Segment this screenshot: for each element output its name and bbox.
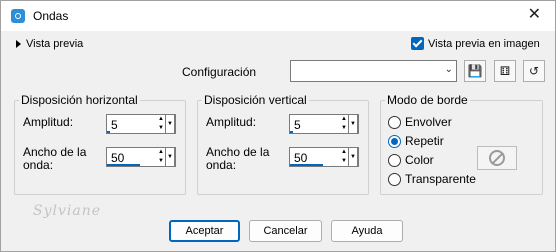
edge-mode-option-color[interactable]: Color — [388, 153, 434, 167]
horizontal-amplitude-bar — [107, 131, 110, 133]
reset-icon: ↺ — [528, 64, 540, 78]
edge-mode-option-wrap[interactable]: Envolver — [388, 115, 452, 129]
config-label: Configuración — [182, 65, 257, 79]
vertical-wavelength-value: 50 — [294, 151, 308, 165]
config-dropdown[interactable]: ⌄ — [290, 60, 457, 82]
spinner-dropdown-icon[interactable]: ▼ — [348, 114, 358, 134]
chevron-down-icon: ⌄ — [444, 64, 453, 75]
expand-arrow-icon — [16, 40, 21, 48]
reset-button[interactable]: ↺ — [523, 60, 545, 82]
cancel-button[interactable]: Cancelar — [249, 220, 322, 242]
edge-mode-option-label: Transparente — [405, 172, 476, 186]
spinner-dropdown-icon[interactable]: ▼ — [165, 147, 175, 167]
horizontal-group-title: Disposición horizontal — [19, 93, 140, 107]
vertical-wavelength-label-2: onda: — [206, 158, 237, 172]
preview-on-image-label: Vista previa en imagen — [428, 37, 540, 50]
radio-icon — [388, 153, 401, 167]
edge-mode-option-label: Envolver — [405, 115, 452, 129]
horizontal-wavelength-value: 50 — [111, 151, 125, 165]
preview-on-image-checkbox[interactable]: Vista previa en imagen — [411, 37, 540, 50]
dice-icon: ⚅ — [499, 64, 511, 78]
vertical-amplitude-spinner[interactable]: 5 ▲ ▼ ▼ — [289, 114, 359, 134]
radio-icon — [388, 172, 401, 186]
vertical-wavelength-spinner[interactable]: 50 ▲ ▼ ▼ — [289, 147, 359, 167]
radio-icon — [388, 115, 401, 129]
checkbox-checked-icon — [411, 37, 424, 50]
spinner-dropdown-icon[interactable]: ▼ — [348, 147, 358, 167]
preview-expander-label: Vista previa — [26, 38, 84, 50]
horizontal-amplitude-value: 5 — [111, 118, 118, 132]
spin-arrows-icon[interactable]: ▲ ▼ — [157, 116, 165, 132]
horizontal-wavelength-label-2: onda: — [23, 158, 54, 172]
close-icon[interactable]: ✕ — [528, 7, 541, 23]
dialog-window: Ondas ✕ Vista previa Vista previa en ima… — [0, 0, 556, 252]
edge-mode-option-transparent[interactable]: Transparente — [388, 172, 476, 186]
spinner-dropdown-icon[interactable]: ▼ — [165, 114, 175, 134]
help-button[interactable]: Ayuda — [331, 220, 403, 242]
edge-mode-group-title: Modo de borde — [385, 93, 470, 107]
title-bar: Ondas ✕ — [1, 1, 555, 31]
disabled-icon — [489, 150, 505, 166]
horizontal-amplitude-label: Amplitud: — [23, 115, 74, 129]
edge-color-swatch[interactable] — [477, 146, 517, 170]
vertical-amplitude-value: 5 — [294, 118, 301, 132]
spin-arrows-icon[interactable]: ▲ ▼ — [340, 149, 348, 165]
vertical-group-title: Disposición vertical — [202, 93, 309, 107]
app-icon — [11, 9, 25, 23]
vertical-wavelength-bar — [290, 164, 323, 166]
spin-arrows-icon[interactable]: ▲ ▼ — [340, 116, 348, 132]
window-title: Ondas — [33, 9, 69, 23]
horizontal-wavelength-spinner[interactable]: 50 ▲ ▼ ▼ — [106, 147, 176, 167]
save-icon: 💾 — [467, 64, 483, 78]
watermark-signature: Sylviane — [33, 203, 102, 219]
radio-selected-icon — [388, 134, 401, 148]
spin-arrows-icon[interactable]: ▲ ▼ — [157, 149, 165, 165]
vertical-amplitude-bar — [290, 131, 293, 133]
save-preset-button[interactable]: 💾 — [464, 60, 486, 82]
horizontal-group: Disposición horizontal Amplitud: 5 ▲ ▼ ▼ … — [14, 93, 186, 195]
edge-mode-option-repeat[interactable]: Repetir — [388, 134, 444, 148]
edge-mode-option-label: Color — [405, 153, 434, 167]
horizontal-wavelength-bar — [107, 164, 140, 166]
randomize-button[interactable]: ⚅ — [494, 60, 516, 82]
accept-button[interactable]: Aceptar — [169, 220, 240, 242]
vertical-amplitude-label: Amplitud: — [206, 115, 257, 129]
horizontal-amplitude-spinner[interactable]: 5 ▲ ▼ ▼ — [106, 114, 176, 134]
edge-mode-option-label: Repetir — [405, 134, 444, 148]
vertical-group: Disposición vertical Amplitud: 5 ▲ ▼ ▼ An… — [197, 93, 369, 195]
preview-expander[interactable]: Vista previa — [16, 38, 83, 50]
